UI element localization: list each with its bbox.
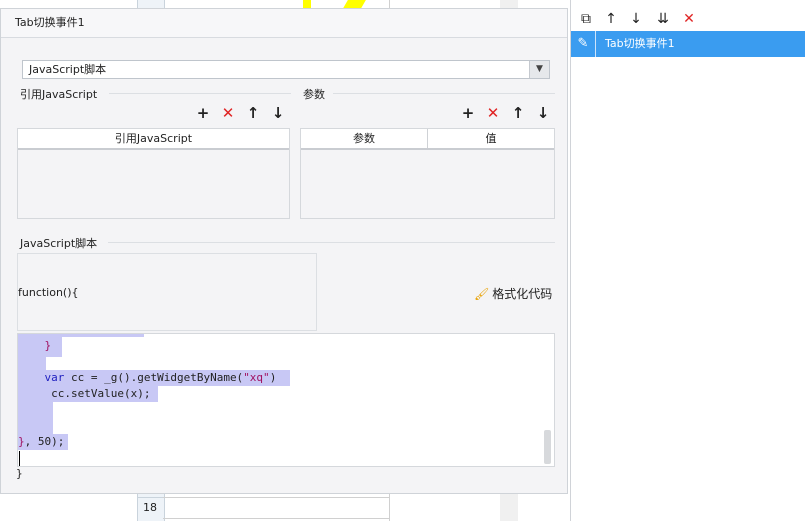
divider — [108, 242, 555, 243]
row-number[interactable]: 18 — [137, 497, 163, 518]
table-header: 引用JavaScript — [18, 129, 289, 150]
text-caret — [19, 451, 20, 466]
divider — [109, 93, 291, 94]
delete-icon[interactable]: ✕ — [485, 105, 501, 121]
function-header: function(){ — [18, 286, 79, 299]
column-header[interactable]: 引用JavaScript — [18, 129, 289, 148]
ref-js-table[interactable]: 引用JavaScript — [17, 128, 290, 219]
move-bottom-icon[interactable]: ⇊ — [654, 10, 672, 28]
params-title: 参数 — [303, 88, 325, 101]
format-code-button[interactable]: 🖌 格式化代码 — [474, 285, 552, 302]
code-brace: } — [18, 435, 25, 448]
delete-icon[interactable]: ✕ — [220, 105, 236, 121]
arrow-up-icon[interactable]: ↑ — [245, 105, 261, 121]
function-header-box: function(){ — [17, 253, 317, 331]
script-title: JavaScript脚本 — [20, 237, 98, 250]
pencil-icon[interactable]: ✎ — [571, 31, 596, 57]
sheet-cell[interactable] — [163, 497, 389, 519]
dialog-title: Tab切换事件1 — [1, 9, 567, 38]
code-text: cc.setValue(x); — [18, 387, 151, 400]
event-list-item[interactable]: ✎ Tab切换事件1 — [571, 31, 805, 57]
event-editor-dialog: Tab切换事件1 JavaScript脚本 ▼ 引用JavaScript + ✕… — [0, 8, 568, 494]
divider — [333, 93, 555, 94]
code-editor[interactable]: } var cc = _g().getWidgetByName("xq") cc… — [17, 333, 555, 467]
selection-highlight — [18, 402, 53, 436]
script-type-select[interactable]: JavaScript脚本 ▼ — [22, 60, 550, 79]
script-type-value: JavaScript脚本 — [29, 63, 107, 76]
column-header-value[interactable]: 值 — [427, 129, 554, 148]
arrow-down-icon[interactable]: ↓ — [535, 105, 551, 121]
code-line: var cc = _g().getWidgetByName("xq") — [18, 370, 290, 386]
arrow-up-icon[interactable]: ↑ — [602, 10, 620, 28]
arrow-up-icon[interactable]: ↑ — [510, 105, 526, 121]
code-line: }, 50); — [18, 434, 68, 450]
brush-icon: 🖌 — [474, 287, 490, 301]
chevron-down-icon[interactable]: ▼ — [529, 61, 549, 78]
code-keyword: var — [44, 371, 65, 384]
add-icon[interactable]: + — [195, 105, 211, 121]
code-text: , 50); — [24, 435, 65, 448]
table-header: 参数 值 — [301, 129, 554, 150]
event-list-panel: ⧉ ↑ ↓ ⇊ ✕ ✎ Tab切换事件1 — [570, 0, 805, 521]
delete-icon[interactable]: ✕ — [680, 10, 698, 28]
format-code-label: 格式化代码 — [492, 287, 553, 301]
ref-js-title: 引用JavaScript — [20, 88, 98, 101]
code-line: cc.setValue(x); — [18, 386, 158, 402]
copy-icon[interactable]: ⧉ — [577, 10, 595, 28]
arrow-down-icon[interactable]: ↓ — [627, 10, 645, 28]
code-text: } — [18, 339, 52, 352]
add-icon[interactable]: + — [460, 105, 476, 121]
function-closing: } — [16, 467, 23, 480]
code-text: ) — [269, 371, 277, 384]
code-line: } — [18, 338, 52, 354]
event-item-label: Tab切换事件1 — [605, 37, 675, 50]
editor-scrollbar[interactable] — [544, 430, 551, 464]
arrow-down-icon[interactable]: ↓ — [270, 105, 286, 121]
params-table[interactable]: 参数 值 — [300, 128, 555, 219]
code-string: "xq" — [243, 371, 270, 384]
column-header-param[interactable]: 参数 — [301, 129, 427, 148]
code-text: cc = _g().getWidgetByName( — [64, 371, 244, 384]
